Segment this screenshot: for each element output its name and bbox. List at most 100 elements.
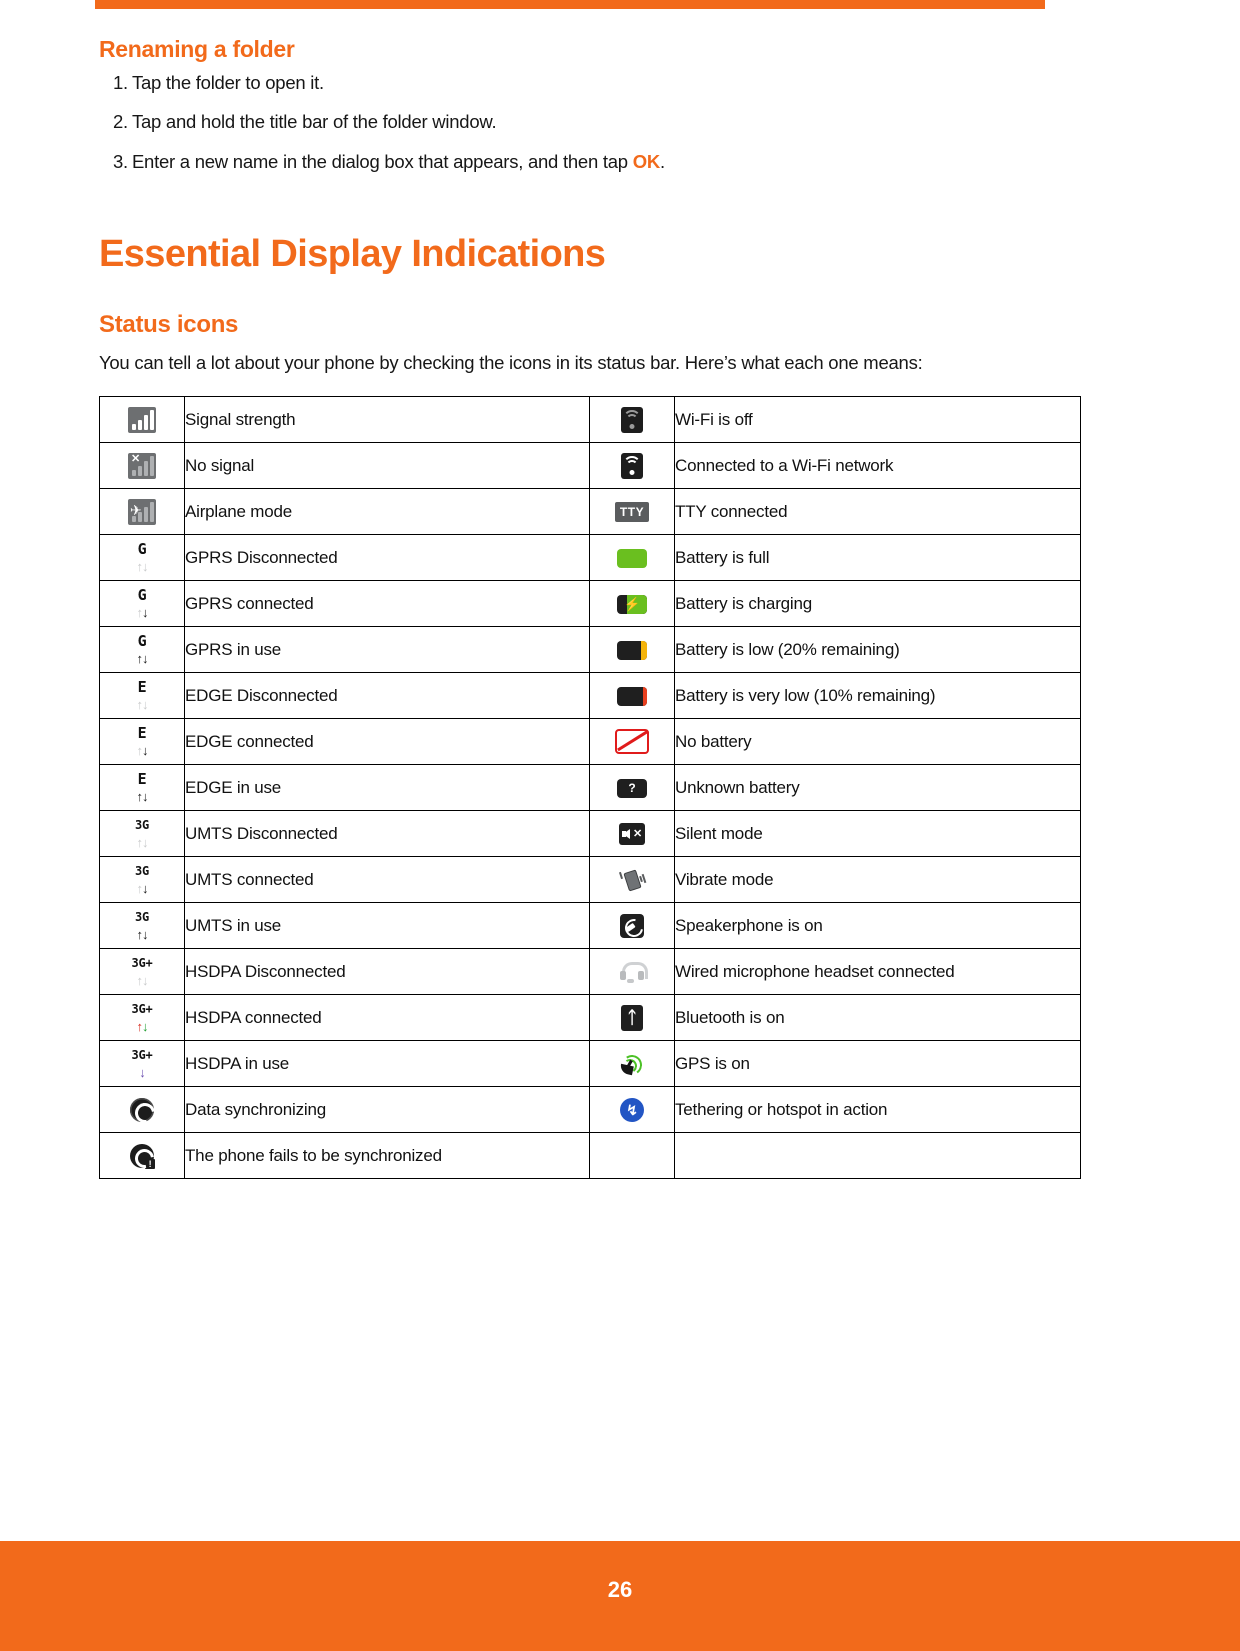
empty-cell bbox=[589, 1132, 675, 1180]
step-text: Tap the folder to open it. bbox=[131, 72, 324, 93]
wifi-connected-icon bbox=[589, 442, 675, 490]
status-icons-heading: Status icons bbox=[99, 311, 239, 339]
bluetooth-icon: ᛏ bbox=[589, 994, 675, 1042]
cell-label: Battery is low (20% remaining) bbox=[674, 626, 1081, 674]
cell-label: GPS is on bbox=[674, 1040, 1081, 1088]
umts-disconnected-icon: 3G ↑↓ bbox=[99, 810, 185, 858]
cell-label: Signal strength bbox=[184, 396, 590, 444]
ok-emphasis: OK bbox=[632, 150, 661, 172]
silent-mode-icon: ✕ bbox=[589, 810, 675, 858]
table-row: 3G ↑↓ UMTS in use Speakerphone is on bbox=[99, 902, 1081, 950]
cell-label: Unknown battery bbox=[674, 764, 1081, 812]
table-row: E ↑↓ EDGE Disconnected Battery is very lo… bbox=[99, 672, 1081, 720]
speakerphone-icon bbox=[589, 902, 675, 950]
empty-cell bbox=[674, 1132, 1081, 1180]
gprs-connected-icon: G ↑↓ bbox=[99, 580, 185, 628]
cell-label: Connected to a Wi-Fi network bbox=[674, 442, 1081, 490]
hsdpa-disconnected-icon: 3G+ ↑↓ bbox=[99, 948, 185, 996]
cell-label: Bluetooth is on bbox=[674, 994, 1081, 1042]
table-row: ✈ Airplane mode TTY TTY connected bbox=[99, 488, 1081, 536]
cell-label: No battery bbox=[674, 718, 1081, 766]
cell-label: Silent mode bbox=[674, 810, 1081, 858]
data-synchronizing-icon bbox=[99, 1086, 185, 1134]
cell-label: Battery is very low (10% remaining) bbox=[674, 672, 1081, 720]
list-item: 2. Tap and hold the title bar of the fold… bbox=[113, 112, 1089, 131]
cell-label: Data synchronizing bbox=[184, 1086, 590, 1134]
table-row: ✕ No signal Connected to a Wi-Fi network bbox=[99, 442, 1081, 490]
cell-label: Speakerphone is on bbox=[674, 902, 1081, 950]
table-row: ! The phone fails to be synchronized bbox=[99, 1132, 1081, 1180]
cell-label: Tethering or hotspot in action bbox=[674, 1086, 1081, 1134]
table-row: 3G ↑↓ UMTS connected Vibrate mode bbox=[99, 856, 1081, 904]
table-row: G ↑↓ GPRS Disconnected Battery is full bbox=[99, 534, 1081, 582]
page-number: 26 bbox=[607, 1577, 633, 1602]
tethering-icon: ↯ bbox=[589, 1086, 675, 1134]
no-signal-icon: ✕ bbox=[99, 442, 185, 490]
tty-icon: TTY bbox=[589, 488, 675, 536]
umts-in-use-icon: 3G ↑↓ bbox=[99, 902, 185, 950]
cell-label: HSDPA connected bbox=[184, 994, 590, 1042]
airplane-mode-icon: ✈ bbox=[99, 488, 185, 536]
table-row: 3G+ ↑↓ HSDPA Disconnected Wired microphon… bbox=[99, 948, 1081, 996]
umts-connected-icon: 3G ↑↓ bbox=[99, 856, 185, 904]
edge-disconnected-icon: E ↑↓ bbox=[99, 672, 185, 720]
table-row: Signal strength Wi-Fi is off bbox=[99, 396, 1081, 444]
no-battery-icon bbox=[589, 718, 675, 766]
cell-label: EDGE in use bbox=[184, 764, 590, 812]
battery-low-icon bbox=[589, 626, 675, 674]
signal-strength-icon bbox=[99, 396, 185, 444]
cell-label: HSDPA Disconnected bbox=[184, 948, 590, 996]
page-footer: 26 bbox=[0, 1541, 1240, 1651]
battery-charging-icon: ⚡ bbox=[589, 580, 675, 628]
table-row: E ↑↓ EDGE in use ? Unknown battery bbox=[99, 764, 1081, 812]
cell-label: No signal bbox=[184, 442, 590, 490]
edge-connected-icon: E ↑↓ bbox=[99, 718, 185, 766]
gprs-in-use-icon: G ↑↓ bbox=[99, 626, 185, 674]
list-item: 1. Tap the folder to open it. bbox=[113, 73, 1089, 92]
cell-label: UMTS in use bbox=[184, 902, 590, 950]
step-tail: . bbox=[660, 150, 665, 172]
battery-very-low-icon bbox=[589, 672, 675, 720]
cell-label: GPRS Disconnected bbox=[184, 534, 590, 582]
sync-failed-icon: ! bbox=[99, 1132, 185, 1180]
renaming-folder-steps: 1. Tap the folder to open it. 2. Tap and h… bbox=[99, 73, 1089, 171]
cell-label: Battery is charging bbox=[674, 580, 1081, 628]
page-content: Renaming a folder 1. Tap the folder to op… bbox=[99, 36, 1089, 1180]
cell-label: Airplane mode bbox=[184, 488, 590, 536]
step-text: Tap and hold the title bar of the folder… bbox=[131, 111, 497, 133]
cell-label: UMTS Disconnected bbox=[184, 810, 590, 858]
page-title: Essential Display Indications bbox=[99, 233, 606, 276]
cell-label: TTY connected bbox=[674, 488, 1081, 536]
edge-in-use-icon: E ↑↓ bbox=[99, 764, 185, 812]
status-icons-table: Signal strength Wi-Fi is off ✕ No signal… bbox=[99, 396, 1081, 1180]
vibrate-mode-icon bbox=[589, 856, 675, 904]
table-row: 3G+ ↓ HSDPA in use GPS is on bbox=[99, 1040, 1081, 1088]
cell-label: The phone fails to be synchronized bbox=[184, 1132, 590, 1180]
step-number: 1. bbox=[113, 72, 128, 93]
top-orange-rule bbox=[95, 0, 1045, 9]
hsdpa-in-use-icon: 3G+ ↓ bbox=[99, 1040, 185, 1088]
cell-label: Vibrate mode bbox=[674, 856, 1081, 904]
table-row: 3G+ ↑↓ HSDPA connected ᛏ Bluetooth is on bbox=[99, 994, 1081, 1042]
hsdpa-connected-icon: 3G+ ↑↓ bbox=[99, 994, 185, 1042]
table-row: G ↑↓ GPRS connected ⚡ Battery is charging bbox=[99, 580, 1081, 628]
wired-headset-icon bbox=[589, 948, 675, 996]
table-row: E ↑↓ EDGE connected No battery bbox=[99, 718, 1081, 766]
battery-full-icon bbox=[589, 534, 675, 582]
gps-icon bbox=[589, 1040, 675, 1088]
cell-label: Battery is full bbox=[674, 534, 1081, 582]
table-row: G ↑↓ GPRS in use Battery is low (20% rema… bbox=[99, 626, 1081, 674]
wifi-off-icon bbox=[589, 396, 675, 444]
list-item: 3. Enter a new name in the dialog box tha… bbox=[113, 152, 1089, 171]
cell-label: EDGE connected bbox=[184, 718, 590, 766]
unknown-battery-icon: ? bbox=[589, 764, 675, 812]
cell-label: Wi-Fi is off bbox=[674, 396, 1081, 444]
table-row: 3G ↑↓ UMTS Disconnected ✕ Silent mode bbox=[99, 810, 1081, 858]
renaming-folder-heading: Renaming a folder bbox=[99, 36, 295, 62]
gprs-disconnected-icon: G ↑↓ bbox=[99, 534, 185, 582]
step-number: 3. bbox=[113, 150, 128, 172]
cell-label: EDGE Disconnected bbox=[184, 672, 590, 720]
step-number: 2. bbox=[113, 111, 128, 133]
step-text: Enter a new name in the dialog box that … bbox=[131, 150, 633, 172]
cell-label: GPRS in use bbox=[184, 626, 590, 674]
